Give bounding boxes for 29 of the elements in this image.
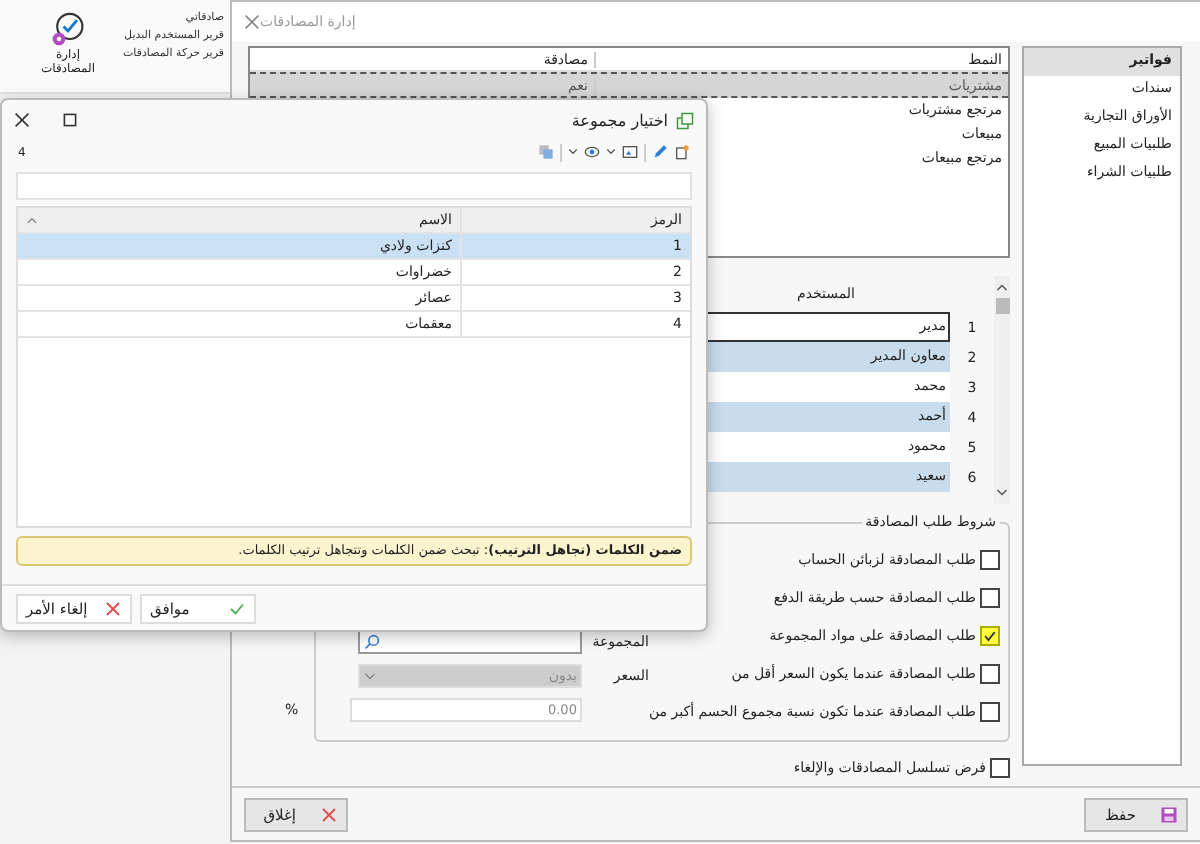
group-search-field[interactable]	[358, 630, 583, 654]
close-icon[interactable]	[14, 112, 30, 128]
caret-icon[interactable]	[568, 148, 578, 156]
search-icon[interactable]	[364, 634, 381, 650]
caret-up-icon[interactable]	[996, 282, 1008, 292]
checkbox[interactable]	[980, 626, 1000, 646]
window-icon	[676, 111, 694, 129]
checkbox[interactable]	[980, 702, 1000, 722]
caret-down-icon[interactable]	[996, 488, 1008, 498]
scrollbar-thumb[interactable]	[995, 298, 1009, 314]
new-document-icon[interactable]	[674, 144, 690, 160]
search-field[interactable]	[16, 172, 692, 200]
pencil-icon[interactable]	[652, 144, 668, 160]
sort-caret-icon[interactable]	[26, 216, 38, 224]
eye-icon[interactable]	[584, 144, 600, 160]
checkbox[interactable]	[980, 588, 1000, 608]
caret-icon	[364, 671, 377, 681]
dialog-title: اختيار مجموعة	[571, 111, 668, 129]
scrollbar[interactable]	[994, 276, 1010, 504]
checkbox[interactable]	[980, 550, 1000, 570]
image-icon[interactable]	[622, 144, 638, 160]
caret-icon[interactable]	[606, 148, 616, 156]
checkbox[interactable]	[990, 758, 1010, 778]
maximize-icon[interactable]	[62, 112, 78, 128]
close-icon	[320, 805, 338, 823]
checkbox[interactable]	[980, 664, 1000, 684]
checkmark-icon	[228, 599, 246, 617]
check-gear-icon	[50, 12, 86, 48]
close-icon	[104, 599, 122, 617]
